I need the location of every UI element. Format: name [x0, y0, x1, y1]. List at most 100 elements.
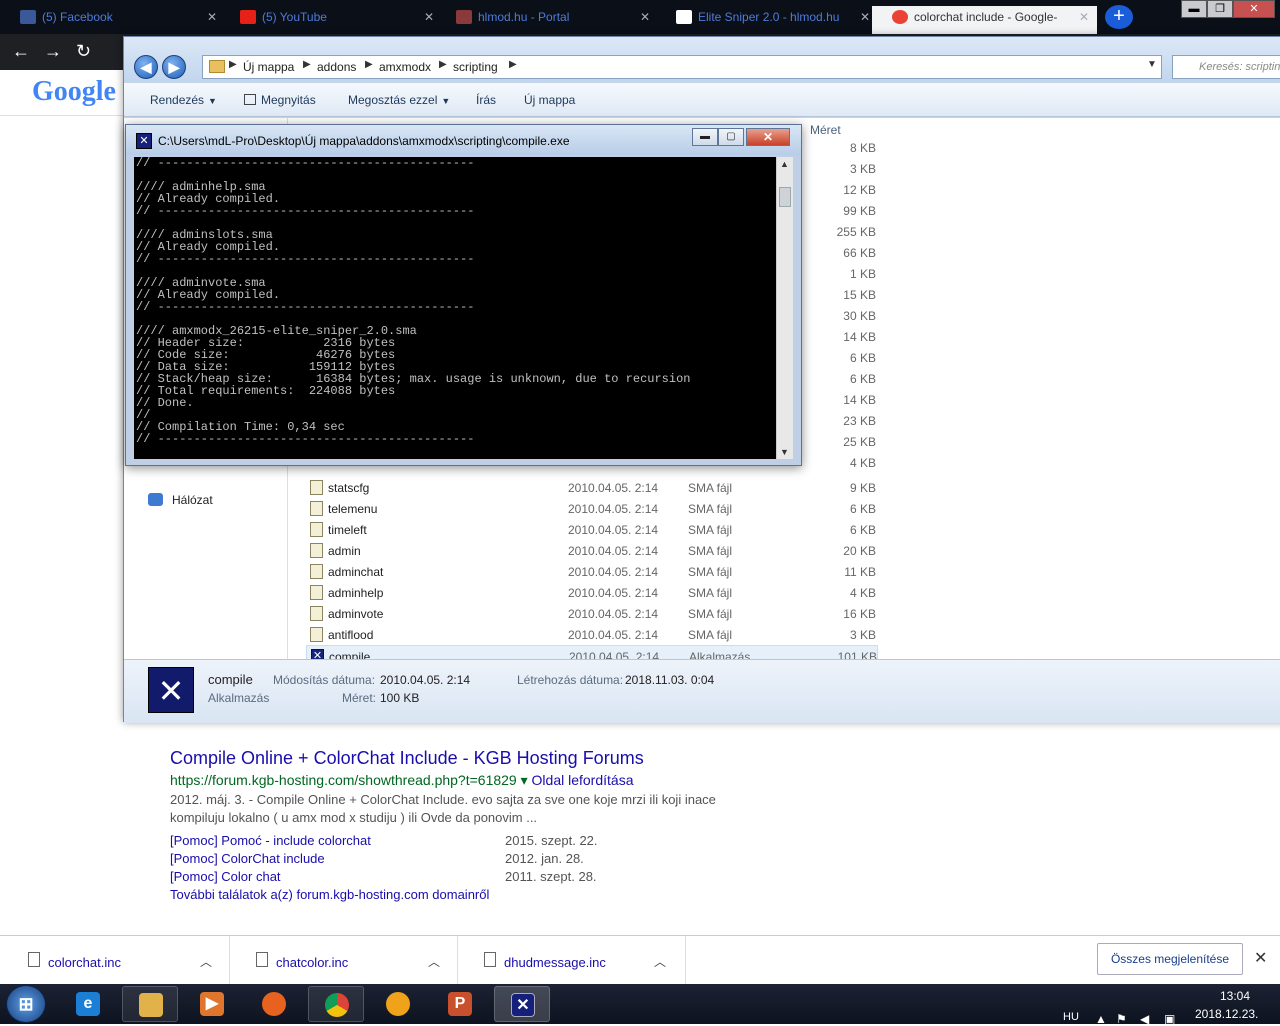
download-item[interactable]: colorchat.inc ︿ [0, 936, 230, 984]
taskbar-app[interactable] [370, 986, 426, 1022]
close-downloads-bar-icon[interactable]: ✕ [1254, 948, 1267, 968]
sublink[interactable]: [Pomoc] Color chat [170, 869, 281, 884]
file-row[interactable]: admin 2010.04.05. 2:14 SMA fájl 20 KB [306, 540, 878, 561]
download-item[interactable]: dhudmessage.inc ︿ [458, 936, 686, 984]
close-icon[interactable]: ✕ [207, 6, 217, 28]
chevron-up-icon[interactable]: ︿ [200, 953, 212, 970]
detail-created-value: 2018.11.03. 0:04 [625, 673, 715, 687]
chevron-right-icon[interactable]: ▶ [439, 59, 447, 70]
maximize-window-button[interactable]: ❐ [1207, 0, 1233, 18]
breadcrumb-item[interactable]: Új mappa [243, 60, 294, 74]
back-button[interactable]: ◀ [134, 55, 158, 79]
file-type: SMA fájl [688, 607, 733, 621]
organize-button[interactable]: Rendezés ▼ [150, 93, 217, 107]
console-close-button[interactable]: ✕ [746, 128, 790, 146]
open-button[interactable]: Megnyitás [244, 93, 316, 107]
file-row[interactable]: statscfg 2010.04.05. 2:14 SMA fájl 9 KB [306, 477, 878, 498]
chevron-right-icon[interactable]: ▶ [303, 59, 311, 70]
close-icon[interactable]: ✕ [640, 6, 650, 28]
scroll-up-icon[interactable]: ▲ [780, 159, 789, 169]
scroll-down-icon[interactable]: ▼ [780, 447, 789, 457]
chevron-right-icon[interactable]: ▶ [509, 59, 517, 70]
chevron-right-icon[interactable]: ▶ [229, 59, 237, 70]
tab-google-search[interactable]: colorchat include - Google- ✕ [872, 6, 1097, 34]
file-row[interactable]: adminhelp 2010.04.05. 2:14 SMA fájl 4 KB [306, 582, 878, 603]
new-tab-button[interactable]: + [1105, 5, 1133, 29]
chevron-up-icon[interactable]: ︿ [428, 953, 440, 970]
close-window-button[interactable]: ✕ [1233, 0, 1275, 18]
nav-item-network[interactable]: Hálózat [148, 493, 213, 507]
file-row[interactable]: telemenu 2010.04.05. 2:14 SMA fájl 6 KB [306, 498, 878, 519]
close-icon[interactable]: ✕ [424, 6, 434, 28]
taskbar-firefox[interactable] [246, 986, 302, 1022]
file-name: adminhelp [328, 586, 384, 600]
file-size: 16 KB [843, 607, 876, 621]
taskbar-explorer[interactable] [122, 986, 178, 1022]
sma-file-icon [310, 480, 323, 495]
taskbar-powerpoint[interactable]: P [432, 986, 488, 1022]
taskbar-ie[interactable]: e [60, 986, 116, 1022]
file-row[interactable]: antiflood 2010.04.05. 2:14 SMA fájl 3 KB [306, 624, 878, 645]
close-icon[interactable]: ✕ [860, 6, 870, 28]
minimize-window-button[interactable]: ▬ [1181, 0, 1207, 18]
console-scrollbar[interactable]: ▲ ▼ [776, 157, 793, 459]
chevron-right-icon[interactable]: ▶ [365, 59, 373, 70]
start-button[interactable]: ⊞ [6, 985, 46, 1023]
share-button[interactable]: Megosztás ezzel ▼ [348, 93, 450, 107]
file-size: 3 KB [849, 628, 876, 642]
console-minimize-button[interactable]: ▬ [692, 128, 718, 146]
scrollbar-thumb[interactable] [779, 187, 791, 207]
tab-elite-sniper[interactable]: Elite Sniper 2.0 - hlmod.hu ✕ [656, 6, 878, 34]
download-item[interactable]: chatcolor.inc ︿ [230, 936, 458, 984]
file-name: statscfg [328, 481, 370, 495]
close-icon[interactable]: ✕ [1079, 6, 1089, 28]
file-size: 6 KB [849, 523, 876, 537]
result-title-link[interactable]: Compile Online + ColorChat Include - KGB… [170, 748, 644, 769]
detail-modified-label: Módosítás dátuma: [273, 673, 376, 687]
download-name: dhudmessage.inc [504, 955, 606, 970]
windows-taskbar: ⊞ e ▶ P ✕ [0, 984, 1280, 1024]
taskbar-media-player[interactable]: ▶ [184, 986, 240, 1022]
taskbar-chrome[interactable] [308, 986, 364, 1022]
sublink[interactable]: [Pomoc] Pomoć - include colorchat [170, 833, 371, 848]
forward-icon[interactable]: → [44, 41, 62, 62]
tab-youtube[interactable]: (5) YouTube ✕ [220, 6, 442, 34]
breadcrumb-item[interactable]: scripting [453, 60, 498, 74]
language-indicator[interactable]: HU [1063, 1011, 1079, 1023]
breadcrumb-item[interactable]: amxmodx [379, 60, 431, 74]
sma-file-icon [310, 564, 323, 579]
file-size: 12 KB [843, 183, 876, 197]
breadcrumb-item[interactable]: addons [317, 60, 356, 74]
address-bar[interactable]: ▶ Új mappa ▶ addons ▶ amxmodx ▶ scriptin… [202, 55, 1162, 79]
chevron-down-icon[interactable]: ▾ [521, 772, 528, 788]
clock-date[interactable]: 2018.12.23. [1195, 1007, 1258, 1021]
network-icon [148, 493, 163, 506]
file-type: SMA fájl [688, 481, 733, 495]
console-maximize-button[interactable]: ▢ [718, 128, 744, 146]
new-folder-button[interactable]: Új mappa [524, 93, 575, 107]
tab-label: (5) Facebook [42, 10, 113, 24]
file-size: 30 KB [843, 309, 876, 323]
chevron-up-icon[interactable]: ︿ [654, 953, 666, 970]
reload-icon[interactable]: ↻ [76, 41, 91, 62]
file-icon [28, 952, 40, 967]
taskbar-compile[interactable]: ✕ [494, 986, 550, 1022]
show-all-downloads-button[interactable]: Összes megjelenítése [1097, 943, 1243, 975]
clock-time[interactable]: 13:04 [1210, 989, 1260, 1003]
google-logo[interactable]: Google [32, 76, 116, 108]
sublink[interactable]: [Pomoc] ColorChat include [170, 851, 325, 866]
burn-button[interactable]: Írás [476, 93, 496, 107]
tab-facebook[interactable]: (5) Facebook ✕ [0, 6, 225, 34]
file-row[interactable]: adminvote 2010.04.05. 2:14 SMA fájl 16 KB [306, 603, 878, 624]
file-row[interactable]: adminchat 2010.04.05. 2:14 SMA fájl 11 KB [306, 561, 878, 582]
search-input[interactable]: Keresés: scripting [1172, 55, 1280, 79]
chevron-down-icon[interactable]: ▼ [1147, 59, 1157, 70]
translate-link[interactable]: Oldal lefordítása [532, 772, 634, 788]
more-results-link[interactable]: További találatok a(z) forum.kgb-hosting… [170, 887, 489, 902]
file-row[interactable]: timeleft 2010.04.05. 2:14 SMA fájl 6 KB [306, 519, 878, 540]
console-output[interactable]: // -------------------------------------… [134, 157, 793, 459]
column-header-size[interactable]: Méret [810, 123, 841, 137]
back-icon[interactable]: ← [12, 41, 30, 62]
tab-hlmod-portal[interactable]: hlmod.hu - Portal ✕ [436, 6, 658, 34]
forward-button[interactable]: ▶ [162, 55, 186, 79]
